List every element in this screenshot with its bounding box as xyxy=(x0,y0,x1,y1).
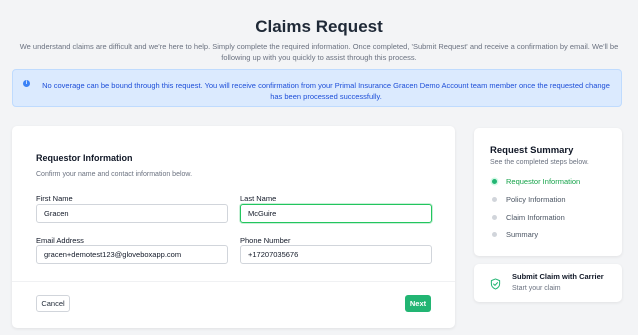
step-dot-icon xyxy=(492,197,497,202)
first-name-field[interactable] xyxy=(36,204,228,223)
section-title: Requestor Information xyxy=(36,153,133,163)
step-dot-icon xyxy=(492,215,497,220)
step-label: Summary xyxy=(506,230,539,239)
phone-label: Phone Number xyxy=(240,236,291,245)
info-icon: i xyxy=(23,80,30,87)
next-button[interactable]: Next xyxy=(405,295,431,312)
email-label: Email Address xyxy=(36,236,84,245)
step-dot-icon xyxy=(492,232,497,237)
summary-subtitle: See the completed steps below. xyxy=(490,159,589,166)
submit-claim-subtitle: Start your claim xyxy=(512,285,561,292)
step-label: Requestor Information xyxy=(506,177,581,186)
requestor-form-card: Requestor Information Confirm your name … xyxy=(12,126,455,328)
page-subtitle: We understand claims are difficult and w… xyxy=(19,42,619,62)
page-title: Claims Request xyxy=(255,17,383,36)
first-name-label: First Name xyxy=(36,194,73,203)
request-summary-card: Request Summary See the completed steps … xyxy=(474,128,622,256)
email-field[interactable] xyxy=(36,245,228,264)
summary-title: Request Summary xyxy=(490,145,574,156)
submit-claim-title: Submit Claim with Carrier xyxy=(512,272,604,281)
phone-field[interactable] xyxy=(240,245,432,264)
shield-check-icon xyxy=(490,278,501,290)
last-name-label: Last Name xyxy=(240,194,277,203)
step-label: Claim Information xyxy=(506,213,565,222)
section-subtitle: Confirm your name and contact informatio… xyxy=(36,171,193,178)
info-banner: i No coverage can be bound through this … xyxy=(12,69,622,107)
last-name-field[interactable] xyxy=(240,204,432,223)
step-label: Policy Information xyxy=(506,195,566,204)
cancel-button[interactable]: Cancel xyxy=(36,295,70,312)
step-active-dot-icon xyxy=(492,179,497,184)
info-banner-text: No coverage can be bound through this re… xyxy=(42,81,610,101)
form-divider xyxy=(12,281,455,282)
submit-claim-card[interactable]: Submit Claim with Carrier Start your cla… xyxy=(474,264,622,302)
